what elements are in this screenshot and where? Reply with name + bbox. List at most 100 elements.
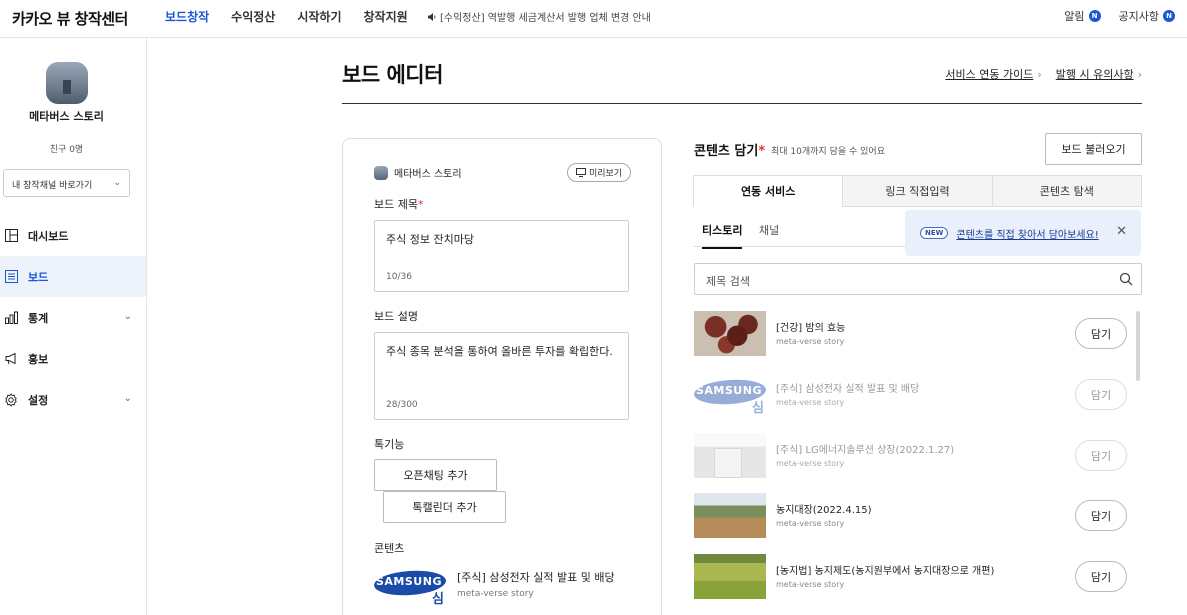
service-guide-label: 서비스 연동 가이드 — [945, 68, 1034, 81]
channel-shortcut-select[interactable]: 내 창작채널 바로가기 ⌄ — [3, 169, 130, 197]
board-desc-value: 주식 종목 분석을 통하여 올바른 투자를 확립한다. — [386, 345, 613, 358]
top-right-links: 알림 N 공지사항 N — [1064, 8, 1175, 24]
notice-link[interactable]: 공지사항 N — [1119, 8, 1175, 24]
close-icon[interactable]: ✕ — [1116, 224, 1127, 239]
sidebar: 메타버스 스토리 친구 0명 내 창작채널 바로가기 ⌄ 대시보드 보드 통계 … — [0, 38, 147, 615]
alarm-link[interactable]: 알림 N — [1064, 8, 1101, 24]
content-title: [주식] 삼성전자 실적 발표 및 배당 — [457, 571, 615, 584]
dashboard-icon — [4, 229, 18, 243]
content-panel-title: 콘텐츠 담기* — [694, 140, 765, 159]
avatar — [374, 165, 388, 180]
add-content-button[interactable]: 담기 — [1075, 500, 1127, 531]
board-title-label-text: 보드 제목 — [374, 198, 418, 211]
alarm-new-badge: N — [1088, 10, 1101, 22]
thumbnail-logo-text: SAMSUNG — [376, 575, 442, 588]
tab-linked-service[interactable]: 연동 서비스 — [693, 175, 844, 207]
nav-item-getting-started[interactable]: 시작하기 — [297, 8, 341, 25]
content-thumbnail: SAMSUNG 심 — [374, 563, 446, 607]
avatar — [46, 62, 88, 104]
sidebar-menu: 대시보드 보드 통계 ⌄ 홍보 설정 ⌄ — [0, 215, 146, 420]
gear-icon — [4, 392, 18, 407]
title-search-input[interactable]: 제목 검색 — [694, 263, 1142, 295]
board-title-value: 주식 정보 잔치마당 — [386, 233, 474, 246]
content-thumbnail: SAMSUNG 심 — [694, 372, 766, 417]
add-content-button[interactable]: 담기 — [1075, 561, 1127, 592]
list-item: SAMSUNG 심 [주식] 삼성전자 실적 발표 및 배당 meta-vers… — [694, 372, 1134, 417]
sidebar-item-promotion[interactable]: 홍보 — [0, 338, 146, 379]
chevron-down-icon: ⌄ — [123, 393, 132, 404]
notice-text: [수익정산] 역발행 세금계산서 발행 업체 변경 안내 — [440, 13, 651, 24]
add-open-chat-button[interactable]: 오픈채팅 추가 — [374, 459, 497, 491]
sidebar-item-dashboard[interactable]: 대시보드 — [0, 215, 146, 256]
board-title-field[interactable]: 주식 정보 잔치마당 10/36 — [374, 220, 629, 292]
nav-item-creator-support[interactable]: 창작지원 — [364, 8, 408, 25]
publish-notes-link[interactable]: 발행 시 유의사항 › — [1056, 66, 1142, 82]
list-item-source: meta-verse story — [776, 459, 845, 468]
list-item: [주식] LG에너지솔루션 상장(2022.1.27) meta-verse s… — [694, 433, 1134, 478]
preview-label: 미리보기 — [588, 169, 623, 179]
notice-new-badge: N — [1163, 10, 1175, 22]
friends-count: 친구 0명 — [49, 145, 84, 155]
service-guide-link[interactable]: 서비스 연동 가이드 › — [945, 66, 1041, 82]
content-limit-hint: 최대 10개까지 담을 수 있어요 — [771, 147, 885, 157]
content-panel-title-text: 콘텐츠 담기 — [694, 144, 759, 159]
search-placeholder: 제목 검색 — [706, 275, 750, 288]
list-item: 농지대장(2022.4.15) meta-verse story 담기 — [694, 493, 1134, 538]
chevron-down-icon: ⌄ — [113, 178, 121, 188]
alarm-label: 알림 — [1064, 10, 1085, 23]
sidebar-item-label: 설정 — [28, 393, 49, 407]
speaker-icon — [428, 12, 436, 21]
list-item-title: [농지법] 농지제도(농지원부에서 농지대장으로 개편) — [776, 566, 995, 577]
subtab-tistory[interactable]: 티스토리 — [702, 222, 743, 249]
chevron-down-icon: ⌄ — [123, 311, 132, 322]
megaphone-icon — [4, 352, 18, 366]
tab-direct-link[interactable]: 링크 직접입력 — [842, 175, 993, 207]
add-content-button[interactable]: 담기 — [1075, 440, 1127, 471]
list-item-title: [건강] 밤의 효능 — [776, 323, 846, 334]
owner-name: 메타버스 스토리 — [394, 169, 462, 180]
list-item-source: meta-verse story — [776, 337, 845, 346]
content-thumbnail — [694, 554, 766, 599]
content-source-tabs: 연동 서비스 링크 직접입력 콘텐츠 탐색 — [693, 175, 1142, 207]
list-scrollbar[interactable] — [1136, 311, 1140, 381]
samsung-thumbnail: SAMSUNG 심 — [694, 372, 766, 416]
main-nav: 보드창작 수익정산 시작하기 창작지원 — [165, 8, 408, 25]
selected-content-item[interactable]: SAMSUNG 심 [주식] 삼성전자 실적 발표 및 배당 meta-vers… — [374, 563, 615, 607]
tooltip-link[interactable]: 콘텐츠를 직접 찾아서 담아보세요! — [956, 226, 1098, 241]
thumbnail-hangul-text: 심 — [432, 592, 444, 607]
content-thumbnail — [694, 493, 766, 538]
title-divider — [342, 103, 1142, 104]
new-badge: NEW — [920, 227, 949, 239]
board-description-field[interactable]: 주식 종목 분석을 통하여 올바른 투자를 확립한다. 28/300 — [374, 332, 629, 420]
top-navigation-bar: 카카오 뷰 창작센터 보드창작 수익정산 시작하기 창작지원 [수익정산] 역발… — [0, 0, 1187, 38]
sidebar-item-settings[interactable]: 설정 ⌄ — [0, 379, 146, 420]
nav-item-settlement[interactable]: 수익정산 — [231, 8, 275, 25]
publish-notes-label: 발행 시 유의사항 — [1055, 68, 1134, 81]
load-board-button[interactable]: 보드 불러오기 — [1045, 133, 1142, 165]
brand-logo[interactable]: 카카오 뷰 창작센터 — [12, 8, 128, 29]
search-icon[interactable] — [1119, 272, 1133, 286]
sidebar-item-label: 통계 — [28, 311, 49, 325]
add-content-button[interactable]: 담기 — [1075, 318, 1127, 349]
sidebar-item-board[interactable]: 보드 — [0, 256, 146, 297]
board-title-label: 보드 제목* — [374, 196, 423, 212]
board-icon — [4, 270, 18, 284]
chart-icon — [4, 311, 18, 325]
preview-button[interactable]: 미리보기 — [567, 163, 631, 182]
content-source: meta-verse story — [457, 589, 534, 599]
notice-ticker[interactable]: [수익정산] 역발행 세금계산서 발행 업체 변경 안내 — [427, 9, 651, 24]
list-item: [건강] 밤의 효능 meta-verse story 담기 — [694, 311, 1134, 356]
tab-content-explore[interactable]: 콘텐츠 탐색 — [991, 175, 1142, 207]
add-talk-calendar-button[interactable]: 톡캘린더 추가 — [383, 491, 506, 523]
sidebar-item-label: 홍보 — [28, 352, 49, 366]
required-mark: * — [417, 198, 424, 211]
profile-name: 메타버스 스토리 — [29, 110, 104, 123]
content-label: 콘텐츠 — [374, 542, 405, 555]
content-thumbnail — [694, 433, 766, 478]
nav-item-board-create[interactable]: 보드창작 — [165, 8, 209, 25]
board-desc-label: 보드 설명 — [374, 310, 418, 323]
add-content-button[interactable]: 담기 — [1075, 379, 1127, 410]
talk-function-label: 톡기능 — [374, 438, 405, 451]
subtab-channel[interactable]: 채널 — [759, 222, 779, 238]
sidebar-item-stats[interactable]: 통계 ⌄ — [0, 297, 146, 338]
